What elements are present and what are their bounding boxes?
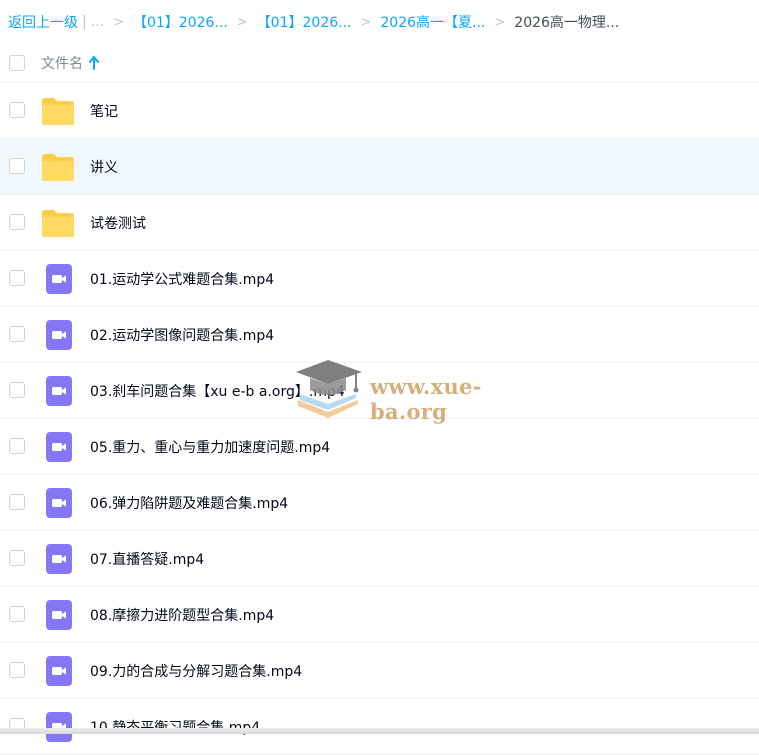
file-name[interactable]: 08.摩擦力进阶题型合集.mp4 xyxy=(90,605,274,625)
file-row[interactable]: 讲义 xyxy=(0,139,759,195)
video-file-icon xyxy=(41,544,75,574)
video-file-icon xyxy=(41,432,75,462)
file-row[interactable]: 03.刹车问题合集【xu e-b a.org】.mp4 xyxy=(0,363,759,419)
file-name[interactable]: 试卷测试 xyxy=(90,213,146,233)
file-row[interactable]: 10.静态平衡习题合集.mp4 xyxy=(0,699,759,755)
row-checkbox[interactable] xyxy=(9,494,25,510)
folder-icon xyxy=(41,152,75,182)
row-checkbox[interactable] xyxy=(9,438,25,454)
video-file-icon xyxy=(41,264,75,294)
chevron-right-icon: > xyxy=(494,14,506,30)
back-link[interactable]: 返回上一级 xyxy=(8,12,78,32)
file-name[interactable]: 07.直播答疑.mp4 xyxy=(90,549,204,569)
breadcrumb-item[interactable]: 2026高一【夏... xyxy=(380,12,485,32)
video-file-icon xyxy=(41,600,75,630)
breadcrumb-current: 2026高一物理... xyxy=(514,15,620,31)
chevron-right-icon: > xyxy=(236,14,248,30)
row-checkbox[interactable] xyxy=(9,382,25,398)
row-checkbox[interactable] xyxy=(9,102,25,118)
chevron-right-icon: > xyxy=(113,14,124,30)
file-name[interactable]: 09.力的合成与分解习题合集.mp4 xyxy=(90,661,302,681)
file-row[interactable]: 01.运动学公式难题合集.mp4 xyxy=(0,251,759,307)
file-row[interactable]: 06.弹力陷阱题及难题合集.mp4 xyxy=(0,475,759,531)
row-checkbox[interactable] xyxy=(9,662,25,678)
breadcrumb-ellipsis[interactable]: ... xyxy=(91,14,104,30)
video-file-icon xyxy=(41,488,75,518)
file-name[interactable]: 02.运动学图像问题合集.mp4 xyxy=(90,325,274,345)
file-row[interactable]: 试卷测试 xyxy=(0,195,759,251)
file-name[interactable]: 05.重力、重心与重力加速度问题.mp4 xyxy=(90,437,330,457)
file-list: 笔记讲义试卷测试 01.运动学公式难题合集.mp4 02.运动学图像问题合集.mp4… xyxy=(0,83,759,755)
column-label: 文件名 xyxy=(41,56,83,72)
file-row[interactable]: 02.运动学图像问题合集.mp4 xyxy=(0,307,759,363)
breadcrumb-item[interactable]: 【01】2026... xyxy=(133,12,228,32)
row-checkbox[interactable] xyxy=(9,606,25,622)
file-row[interactable]: 09.力的合成与分解习题合集.mp4 xyxy=(0,643,759,699)
breadcrumb-item[interactable]: 【01】2026... xyxy=(257,12,352,32)
file-name[interactable]: 01.运动学公式难题合集.mp4 xyxy=(90,269,274,289)
select-all-checkbox[interactable] xyxy=(9,55,25,71)
chevron-right-icon: > xyxy=(360,14,372,30)
video-file-icon xyxy=(41,712,75,742)
video-file-icon xyxy=(41,656,75,686)
row-checkbox[interactable] xyxy=(9,326,25,342)
file-name[interactable]: 笔记 xyxy=(90,101,118,121)
row-checkbox[interactable] xyxy=(9,270,25,286)
row-checkbox[interactable] xyxy=(9,550,25,566)
file-row[interactable]: 05.重力、重心与重力加速度问题.mp4 xyxy=(0,419,759,475)
file-row[interactable]: 08.摩擦力进阶题型合集.mp4 xyxy=(0,587,759,643)
bottom-edge xyxy=(0,728,759,734)
row-checkbox[interactable] xyxy=(9,214,25,230)
sort-by-name-button[interactable]: 文件名 xyxy=(41,53,99,73)
row-checkbox[interactable] xyxy=(9,158,25,174)
file-name[interactable]: 03.刹车问题合集【xu e-b a.org】.mp4 xyxy=(90,381,345,401)
list-header: 文件名 xyxy=(0,44,759,83)
file-row[interactable]: 07.直播答疑.mp4 xyxy=(0,531,759,587)
file-row[interactable]: 笔记 xyxy=(0,83,759,139)
file-name[interactable]: 06.弹力陷阱题及难题合集.mp4 xyxy=(90,493,288,513)
folder-icon xyxy=(41,208,75,238)
breadcrumb: 返回上一级 | ... > 【01】2026... > 【01】2026... … xyxy=(8,0,619,44)
breadcrumb-divider: | xyxy=(82,14,87,30)
video-file-icon xyxy=(41,320,75,350)
folder-icon xyxy=(41,96,75,126)
arrow-up-icon xyxy=(89,56,99,70)
video-file-icon xyxy=(41,376,75,406)
file-name[interactable]: 讲义 xyxy=(90,157,118,177)
